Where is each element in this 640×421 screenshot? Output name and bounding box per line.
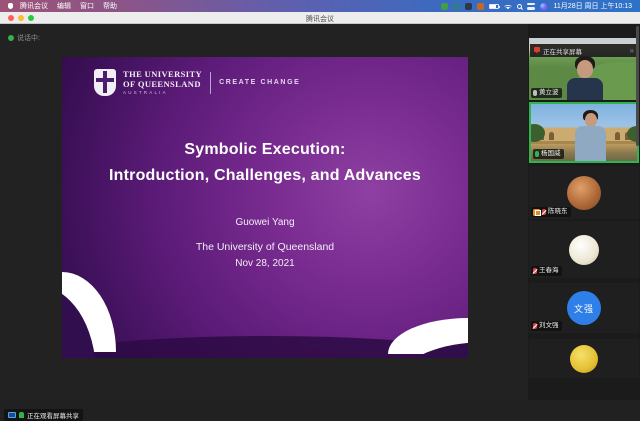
mic-icon	[533, 90, 537, 96]
control-center-icon[interactable]	[527, 3, 535, 10]
slide-author: Guowei Yang	[62, 217, 468, 228]
speaking-label: 说话中:	[17, 33, 40, 43]
macos-menu-bar: 腾讯会议 编辑 窗口 帮助 11月28日 周日 上午10:13	[0, 0, 640, 12]
participant-tile-5[interactable]: 文强 刘文强	[529, 283, 639, 333]
participant-name: 王春海	[539, 267, 559, 275]
participant-name-tag: 黄立波	[531, 88, 562, 98]
sidebar-scrollbar[interactable]	[636, 26, 639, 146]
apple-menu-icon[interactable]	[8, 3, 13, 9]
participant-name: 陈晓东	[548, 208, 568, 216]
participant-tile-4[interactable]: 王春海	[529, 221, 639, 278]
participant-name-tag: 杨国威	[533, 149, 564, 159]
participant-name: 杨国威	[541, 150, 561, 158]
viewing-status-label: 正在观看屏幕共享	[27, 410, 79, 420]
uq-logo: THE UNIVERSITY OF QUEENSLAND AUSTRALIA C…	[94, 69, 300, 96]
slide-date: Nov 28, 2021	[62, 258, 468, 269]
uq-tagline: CREATE CHANGE	[219, 79, 300, 86]
participant-name-tag: 陈晓东	[531, 207, 571, 217]
participant2-face	[585, 113, 597, 127]
speaking-indicator: 说话中:	[8, 33, 40, 43]
participant2-body	[575, 126, 606, 162]
participant-name: 黄立波	[539, 89, 559, 97]
collapse-sidebar-icon[interactable]: »	[630, 46, 634, 55]
monitor-icon	[8, 412, 16, 418]
participant5-avatar: 文强	[567, 291, 601, 325]
mic-active-icon	[535, 151, 539, 157]
search-icon[interactable]	[517, 4, 522, 9]
siri-icon[interactable]	[540, 3, 547, 10]
viewing-status-bar: 正在观看屏幕共享	[4, 409, 83, 421]
menu-window[interactable]: 窗口	[80, 1, 94, 11]
slide-affiliation: The University of Queensland	[62, 241, 468, 253]
battery-icon[interactable]	[489, 4, 499, 9]
mic-muted-icon	[542, 209, 546, 215]
participants-sidebar: 正在共享屏幕 » 黄立波 杨国威	[528, 24, 640, 400]
shared-screen-stage: 说话中: THE UNIVERSITY OF QUEENSLAND AUSTRA…	[0, 24, 528, 400]
window-title: 腾讯会议	[0, 14, 640, 24]
slide-title-line1: Symbolic Execution:	[62, 141, 468, 159]
participant1-face	[577, 60, 593, 78]
menu-app-name[interactable]: 腾讯会议	[20, 1, 48, 11]
uq-logo-line2: OF QUEENSLAND	[123, 80, 202, 90]
participant-tile-6[interactable]	[529, 339, 639, 378]
menu-edit[interactable]: 编辑	[57, 1, 71, 11]
app-orange-icon[interactable]	[477, 3, 484, 10]
app-green-icon[interactable]	[441, 3, 448, 10]
uq-logo-divider	[210, 72, 211, 94]
menu-help[interactable]: 帮助	[103, 1, 117, 11]
screen-share-icon	[534, 47, 540, 54]
participant4-avatar	[569, 235, 599, 265]
menubar-clock[interactable]: 11月28日 周日 上午10:13	[554, 1, 632, 11]
window-title-bar: 腾讯会议	[0, 12, 640, 24]
mic-muted-icon	[533, 268, 537, 274]
speaking-dot-icon	[8, 35, 14, 41]
slide-title-line2: Introduction, Challenges, and Advances	[62, 167, 468, 185]
participant-name-tag: 王春海	[531, 266, 562, 276]
uq-logo-line3: AUSTRALIA	[123, 90, 202, 95]
wifi-icon[interactable]	[504, 3, 512, 9]
participant1-body	[567, 78, 603, 100]
participant-name: 刘文强	[539, 322, 559, 330]
presentation-slide: THE UNIVERSITY OF QUEENSLAND AUSTRALIA C…	[62, 57, 468, 358]
building-arch	[549, 132, 554, 140]
participant-video-tile-2-active-speaker[interactable]: 杨国威	[529, 102, 639, 163]
participant6-avatar	[570, 345, 598, 373]
share-badge-icon	[533, 209, 540, 216]
uq-crest-icon	[94, 69, 116, 96]
participant3-avatar	[567, 176, 601, 210]
screen-share-banner-label: 正在共享屏幕	[543, 46, 582, 56]
participant-name-tag: 刘文强	[531, 321, 562, 331]
app-teal-icon[interactable]	[453, 3, 460, 10]
participant-tile-3[interactable]: 陈晓东	[529, 166, 639, 219]
mic-muted-icon	[533, 323, 537, 329]
building-arch	[615, 132, 620, 140]
uq-logo-text: THE UNIVERSITY OF QUEENSLAND AUSTRALIA	[123, 70, 202, 95]
screen-share-banner[interactable]: 正在共享屏幕 »	[530, 44, 638, 57]
app-dark-icon[interactable]	[465, 3, 472, 10]
presenter-icon	[19, 412, 24, 418]
